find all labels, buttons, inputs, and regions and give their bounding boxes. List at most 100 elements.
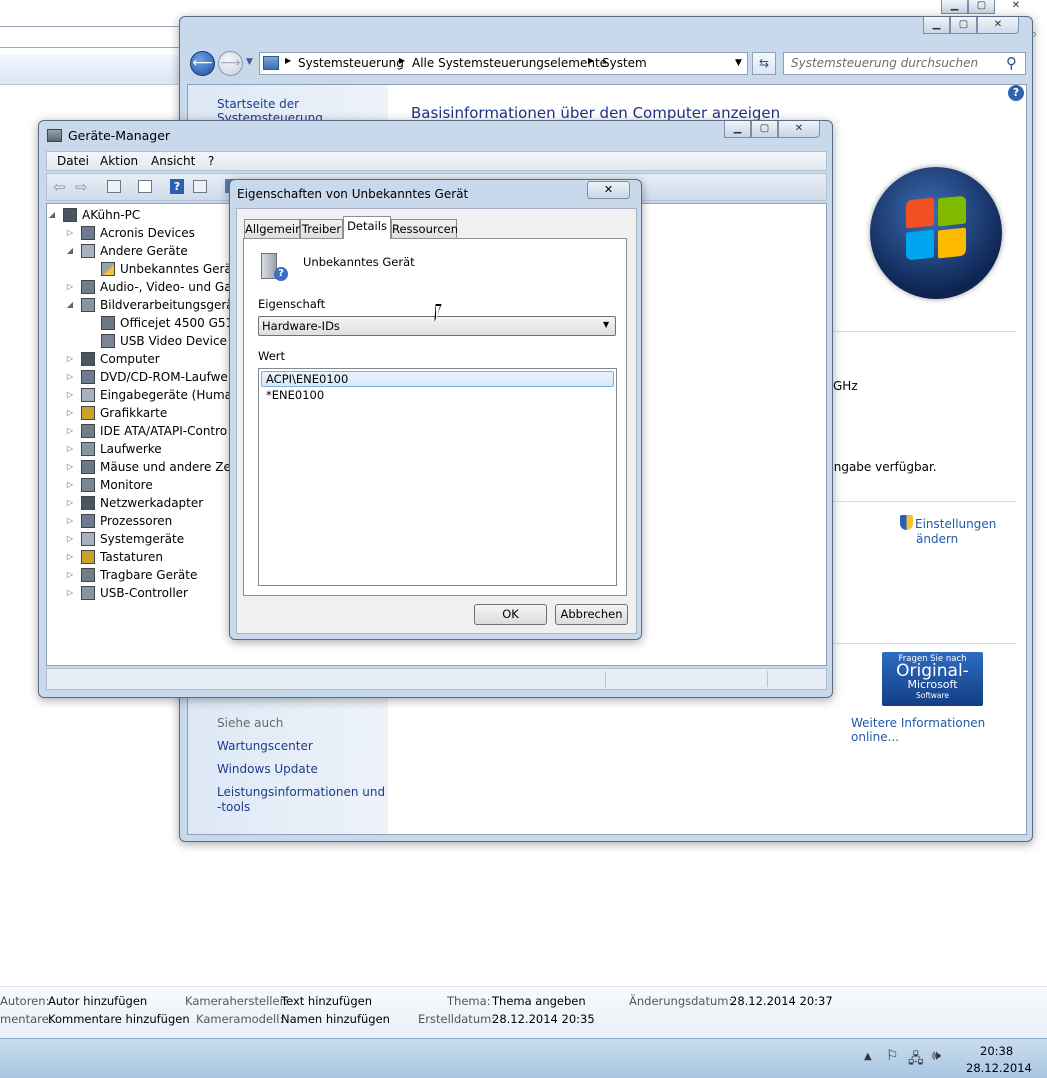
expand-arrow-icon[interactable]: ▷ [65,584,75,602]
genuine-microsoft-badge[interactable]: Fragen Sie nach Original- Microsoft Soft… [882,652,983,706]
collapse-arrow-icon[interactable]: ◢ [65,296,75,314]
tree-item[interactable]: ▷ Tastaturen [47,548,227,566]
kamerahersteller-value[interactable]: Text hinzufügen [281,994,372,1008]
menu-ansicht[interactable]: Ansicht [151,154,195,168]
expand-arrow-icon[interactable]: ▷ [65,350,75,368]
volume-icon[interactable]: 🕪 [932,1048,941,1064]
see-also-windows-update[interactable]: Windows Update [217,762,318,776]
search-input[interactable]: Systemsteuerung durchsuchen [791,56,978,70]
search-icon[interactable]: ⚲ [1006,54,1017,72]
tree-item[interactable]: ◢ AKühn-PC [47,206,227,224]
change-settings-link-line1[interactable]: Einstellungen [915,517,996,531]
refresh-button[interactable]: ⇆ [752,52,776,75]
tree-item[interactable]: ▷ USB-Controller [47,584,227,602]
bg-maximize-button[interactable]: ▢ [968,0,995,14]
breadcrumb-item-systemsteuerung[interactable]: Systemsteuerung [298,56,404,70]
tree-item[interactable]: ▷ Eingabegeräte (Human [47,386,240,404]
tree-item[interactable]: ▷ Prozessoren [47,512,227,530]
tree-item[interactable]: ▷ Audio-, Video- und Ga [47,278,232,296]
forward-button[interactable]: ⟶ [218,51,243,76]
tree-item[interactable]: ▷ Systemgeräte [47,530,227,548]
toolbar-back-icon[interactable]: ⇦ [53,178,66,196]
kommentare-value[interactable]: Kommentare hinzufügen [48,1012,190,1026]
list-item[interactable]: *ENE0100 [261,388,614,404]
breadcrumb-item-alle[interactable]: Alle Systemsteuerungselemente [412,56,607,70]
tree-item[interactable]: ◢ Bildverarbeitungsgerät [47,296,238,314]
toolbar-view-icon[interactable] [193,180,207,193]
tree-item[interactable]: Officejet 4500 G510 [47,314,241,332]
menu-aktion[interactable]: Aktion [100,154,138,168]
bg-close-button[interactable]: ✕ [995,0,1037,14]
bg-address-bar[interactable] [0,26,184,48]
expand-arrow-icon[interactable]: ▷ [65,224,75,242]
collapse-arrow-icon[interactable]: ◢ [47,206,57,224]
bg-minimize-button[interactable]: ▁ [941,0,968,14]
recent-pages-arrow-icon[interactable]: ▼ [246,57,253,67]
thema-value[interactable]: Thema angeben [492,994,586,1008]
menu-help[interactable]: ? [208,154,214,168]
help-icon[interactable]: ? [1008,85,1024,101]
tree-item[interactable]: ▷ DVD/CD-ROM-Laufwe [47,368,228,386]
tree-item[interactable]: ▷ Mäuse und andere Zei [47,458,234,476]
dm-close-button[interactable]: ✕ [778,121,820,138]
change-settings-link-line2[interactable]: ändern [916,532,958,546]
expand-arrow-icon[interactable]: ▷ [65,278,75,296]
dm-minimize-button[interactable]: ▁ [724,121,751,138]
action-center-flag-icon[interactable]: ⚐ [886,1048,899,1064]
ok-button[interactable]: OK [474,604,547,625]
expand-arrow-icon[interactable]: ▷ [65,476,75,494]
list-item[interactable]: ACPI\ENE0100 [261,371,614,387]
tree-item[interactable]: ◢ Andere Geräte [47,242,227,260]
expand-arrow-icon[interactable]: ▷ [65,404,75,422]
system-close-button[interactable]: ✕ [977,17,1019,34]
see-also-leistung-line1[interactable]: Leistungsinformationen und [217,785,385,799]
tree-item[interactable]: ▷ Monitore [47,476,227,494]
clock-date[interactable]: 28.12.2014 [966,1061,1032,1075]
dialog-close-button[interactable]: ✕ [587,181,630,199]
back-button[interactable]: ⟵ [190,51,215,76]
search-box[interactable]: Systemsteuerung durchsuchen ⚲ [783,52,1026,75]
menu-datei[interactable]: Datei [57,154,89,168]
tab-treiber[interactable]: Treiber [300,219,343,239]
dm-maximize-button[interactable]: ▢ [751,121,778,138]
see-also-wartungscenter[interactable]: Wartungscenter [217,739,313,753]
tree-item[interactable]: USB Video Device [47,332,227,350]
system-minimize-button[interactable]: ▁ [923,17,950,34]
address-bar[interactable]: ▶ Systemsteuerung ▶ Alle Systemsteuerung… [259,52,748,75]
tree-item[interactable]: ▷ Laufwerke [47,440,227,458]
tree-item[interactable]: ▷ Tragbare Geräte [47,566,227,584]
expand-arrow-icon[interactable]: ▷ [65,494,75,512]
tree-item[interactable]: ▷ Grafikkarte [47,404,227,422]
toolbar-forward-icon[interactable]: ⇨ [75,178,88,196]
address-dropdown-icon[interactable]: ▼ [735,58,742,68]
toolbar-console-icon[interactable] [107,180,121,193]
value-listbox[interactable]: ACPI\ENE0100 *ENE0100 [258,368,617,586]
show-hidden-icon[interactable]: ▲ [864,1051,872,1062]
tab-ressourcen[interactable]: Ressourcen [391,219,458,239]
toolbar-properties-icon[interactable] [138,180,152,193]
tab-allgemein[interactable]: Allgemein [244,219,302,239]
breadcrumb-sep-2[interactable]: ▶ [588,56,594,65]
expand-arrow-icon[interactable]: ▷ [65,368,75,386]
expand-arrow-icon[interactable]: ▷ [65,566,75,584]
clock-time[interactable]: 20:38 [980,1044,1013,1058]
expand-arrow-icon[interactable]: ▷ [65,458,75,476]
tree-item[interactable]: ▷ Computer [47,350,227,368]
expand-arrow-icon[interactable]: ▷ [65,530,75,548]
collapse-arrow-icon[interactable]: ◢ [65,242,75,260]
cancel-button[interactable]: Abbrechen [555,604,628,625]
expand-arrow-icon[interactable]: ▷ [65,386,75,404]
tree-item[interactable]: ▷ Acronis Devices [47,224,227,242]
breadcrumb-sep-1[interactable]: ▶ [399,56,405,65]
kameramodell-value[interactable]: Namen hinzufügen [281,1012,390,1026]
see-also-leistung-line2[interactable]: -tools [217,800,250,814]
tab-details[interactable]: Details [343,216,391,239]
expand-arrow-icon[interactable]: ▷ [65,548,75,566]
toolbar-help-icon[interactable]: ? [170,179,184,194]
expand-arrow-icon[interactable]: ▷ [65,422,75,440]
breadcrumb-item-system[interactable]: System [602,56,647,70]
expand-arrow-icon[interactable]: ▷ [65,512,75,530]
breadcrumb-sep-0[interactable]: ▶ [285,56,291,65]
network-icon[interactable]: 🖧 [908,1048,924,1072]
tree-item[interactable]: Unbekanntes Gerät [47,260,237,278]
